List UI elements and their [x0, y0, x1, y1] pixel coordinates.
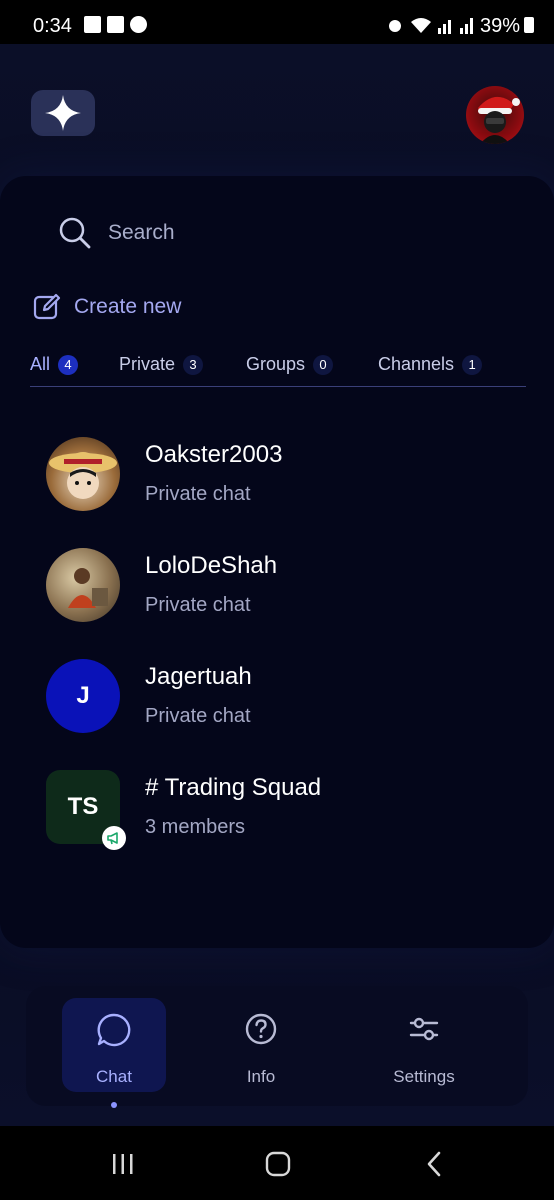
chat-subtitle: 3 members: [145, 816, 246, 838]
signal-icon-2: [460, 18, 473, 34]
system-navigation-bar: [0, 1126, 554, 1200]
question-circle-icon: [245, 1013, 277, 1045]
tab-all[interactable]: All 4: [30, 354, 79, 375]
battery-percent: 39%: [479, 15, 520, 37]
filter-tabs: All 4 Private 3 Groups 0 Channels 1: [30, 348, 526, 387]
bottom-navigation: Chat Info Settings: [26, 986, 528, 1108]
create-new-button[interactable]: Create new: [32, 292, 181, 322]
profile-avatar[interactable]: [466, 86, 524, 144]
avatar: J: [46, 659, 120, 733]
avatar-initials: J: [76, 682, 90, 709]
wifi-icon: [411, 18, 431, 33]
chat-item-trading-squad[interactable]: TS # Trading Squad 3 members: [46, 770, 516, 850]
chat-bubble-icon: [97, 1013, 131, 1047]
chat-name: # Trading Squad: [145, 774, 322, 801]
chat-name: LoloDeShah: [145, 552, 278, 579]
nav-label: Chat: [96, 1067, 132, 1086]
status-bar: 0:34 39%: [0, 0, 554, 44]
person-photo-avatar-icon: [68, 568, 108, 608]
tab-private[interactable]: Private 3: [119, 354, 204, 375]
megaphone-icon: [107, 832, 118, 845]
tab-count-badge: 1: [462, 354, 483, 375]
signal-icon: [438, 20, 451, 34]
edit-icon: [33, 293, 61, 320]
recent-apps-icon[interactable]: [111, 1152, 135, 1176]
battery-icon: [524, 17, 534, 33]
avatar: [46, 437, 120, 511]
search-bar[interactable]: [32, 205, 502, 261]
chat-subtitle: Private chat: [145, 705, 251, 727]
checkbox-icon: [107, 16, 124, 33]
sparkle-icon: [45, 95, 81, 131]
back-icon[interactable]: [424, 1151, 444, 1177]
avatar-initials: TS: [67, 793, 99, 820]
chat-item-lolodeshah[interactable]: LoloDeShah Private chat: [46, 548, 516, 624]
straw-hat-avatar-icon: [49, 452, 117, 499]
tab-label: Channels: [378, 354, 455, 374]
app-logo[interactable]: [31, 90, 95, 136]
nav-label: Info: [246, 1067, 276, 1086]
santa-avatar-icon: [478, 96, 520, 144]
channel-badge: [102, 826, 126, 850]
create-new-label: Create new: [74, 295, 182, 318]
tab-channels[interactable]: Channels 1: [378, 354, 483, 375]
search-input[interactable]: [106, 220, 430, 246]
nav-label: Settings: [393, 1067, 455, 1086]
home-icon[interactable]: [265, 1151, 291, 1177]
nav-chat[interactable]: Chat: [62, 998, 166, 1108]
gear-icon: [130, 16, 147, 33]
chat-item-jagertuah[interactable]: J Jagertuah Private chat: [46, 659, 516, 735]
tab-count-badge: 3: [183, 354, 204, 375]
tab-label: All: [30, 354, 51, 374]
gallery-icon: [84, 16, 101, 33]
chat-name: Oakster2003: [145, 441, 283, 468]
chat-subtitle: Private chat: [145, 483, 251, 505]
tab-count-badge: 0: [313, 354, 334, 375]
nav-settings[interactable]: Settings: [372, 998, 476, 1092]
active-indicator-dot: [111, 1102, 117, 1108]
search-icon: [59, 217, 91, 249]
chat-subtitle: Private chat: [145, 594, 251, 616]
tab-count-badge: 4: [58, 354, 79, 375]
alarm-icon: [389, 20, 401, 32]
tab-label: Groups: [246, 354, 306, 374]
tab-label: Private: [119, 354, 176, 374]
chat-name: Jagertuah: [145, 663, 252, 690]
tab-groups[interactable]: Groups 0: [246, 354, 334, 375]
nav-info[interactable]: Info: [209, 998, 313, 1092]
sliders-icon: [409, 1017, 439, 1041]
status-time: 0:34: [33, 15, 72, 37]
avatar: [46, 548, 120, 622]
chat-item-oakster2003[interactable]: Oakster2003 Private chat: [46, 437, 516, 513]
